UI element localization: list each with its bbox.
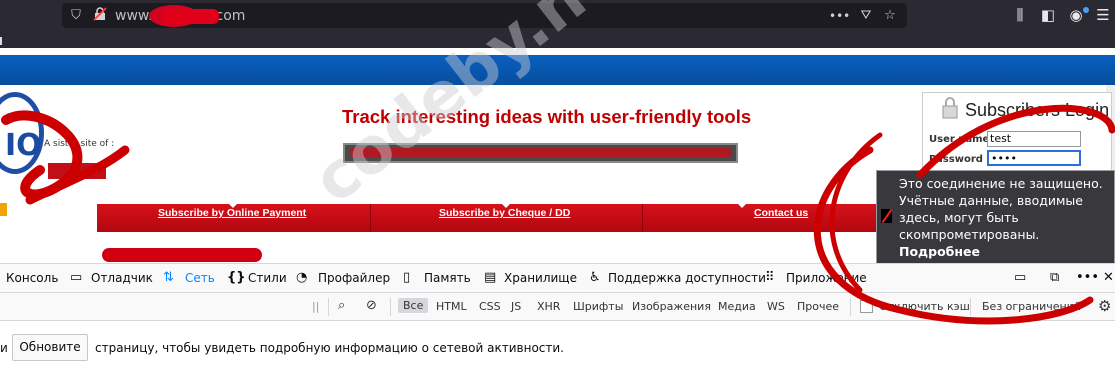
password-label: Password (929, 154, 983, 165)
debugger-icon: ▭ (70, 270, 83, 285)
shield-icon[interactable]: ⛉ (67, 7, 85, 25)
throttle-select[interactable]: Без ограничений (982, 300, 1081, 313)
tab-debugger[interactable]: Отладчик (91, 271, 153, 285)
nav-divider (642, 204, 643, 232)
devtools-tab-bar: Консоль ▭ Отладчик ⇅ Сеть {} Стили ◔ Про… (0, 263, 1115, 293)
logo-accent (0, 203, 7, 216)
nav-divider (370, 204, 371, 232)
tab-network[interactable]: Сеть (185, 271, 215, 285)
reload-button[interactable]: Обновите (12, 334, 88, 361)
clear-icon[interactable]: ⊘ (366, 298, 377, 313)
nav-link-online-payment[interactable]: Subscribe by Online Payment (158, 207, 306, 219)
library-icon[interactable]: ⫼ (1010, 5, 1030, 25)
site-top-bar (0, 55, 1115, 85)
filter-other[interactable]: Прочее (797, 300, 839, 313)
disable-cache-label[interactable]: Отключить кэш (879, 300, 970, 313)
tooltip-message: Это соединение не защищено. Учётные данн… (899, 176, 1103, 242)
redaction-mark (102, 248, 262, 262)
redaction-mark (161, 9, 219, 24)
nav-link-cheque[interactable]: Subscribe by Cheque / DD (439, 207, 570, 219)
filter-css[interactable]: CSS (479, 300, 501, 313)
close-icon[interactable]: ✕ (1103, 270, 1114, 285)
tooltip-learn-more-link[interactable]: Подробнее (899, 243, 1114, 260)
more-icon[interactable]: ••• (829, 7, 850, 25)
gear-icon[interactable]: ⚙ (1098, 297, 1111, 315)
responsive-design-icon[interactable]: ⧉ (1050, 270, 1059, 285)
filter-fonts[interactable]: Шрифты (573, 300, 623, 313)
memory-icon: ▯ (403, 270, 411, 285)
network-icon: ⇅ (163, 270, 174, 285)
reload-hint-text: страницу, чтобы увидеть подробную информ… (95, 341, 564, 355)
chevron-down-icon[interactable]: ▾ (1070, 302, 1075, 312)
disable-cache-checkbox[interactable] (860, 300, 873, 313)
pocket-icon[interactable]: ⛛ (857, 7, 875, 25)
sister-site-label: A sister site of : (44, 139, 115, 149)
pause-icon[interactable]: || (312, 300, 319, 313)
search-icon[interactable]: ⌕ (338, 298, 345, 313)
filter-html[interactable]: HTML (436, 300, 467, 313)
site-logo[interactable]: IO (5, 128, 42, 163)
dock-icon[interactable]: ▭ (1014, 270, 1026, 285)
lock-icon (942, 97, 958, 119)
filter-ws[interactable]: WS (767, 300, 785, 313)
menu-icon[interactable]: ☰ (1093, 5, 1113, 25)
insecure-lock-icon (881, 209, 892, 223)
username-field[interactable]: test (987, 131, 1081, 147)
username-label: User name (929, 134, 990, 145)
password-field[interactable]: •••• (987, 150, 1081, 166)
filter-js[interactable]: JS (511, 300, 521, 313)
tab-profiler[interactable]: Профайлер (318, 271, 390, 285)
tab-memory[interactable]: Память (424, 271, 471, 285)
insecure-lock-icon[interactable] (91, 7, 109, 25)
filter-media[interactable]: Медиа (718, 300, 756, 313)
profiler-icon: ◔ (296, 270, 308, 285)
redaction-mark (48, 163, 106, 179)
nav-link-contact[interactable]: Contact us (754, 207, 808, 219)
tab-accessibility[interactable]: Поддержка доступности (608, 271, 766, 285)
style-editor-icon: {} (227, 270, 246, 285)
notification-dot (1083, 7, 1089, 13)
tab-storage[interactable]: Хранилище (504, 271, 577, 285)
filter-all[interactable]: Все (398, 298, 429, 313)
insecure-login-tooltip: Это соединение не защищено. Учётные данн… (876, 170, 1115, 265)
tab-application[interactable]: Приложение (786, 271, 867, 285)
sidebar-icon[interactable]: ◧ (1038, 5, 1058, 25)
application-icon: ⠿ (765, 270, 775, 285)
bookmark-star-icon[interactable]: ☆ (881, 7, 899, 25)
tab-style-editor[interactable]: Стили (248, 271, 287, 285)
storage-icon: ▤ (484, 270, 497, 285)
toolbar-divider (390, 298, 391, 316)
filter-images[interactable]: Изображения (632, 300, 711, 313)
toolbar-divider (970, 298, 971, 316)
login-title: Subscribers Login (965, 100, 1110, 120)
url-suffix: com (215, 8, 246, 24)
network-filter-bar: || ⌕ ⊘ Все HTML CSS JS XHR Шрифты Изобра… (0, 293, 1115, 321)
url-prefix: www. (115, 8, 153, 24)
tab-console[interactable]: Консоль (6, 271, 58, 285)
nav-pointer (738, 204, 746, 208)
toolbar-divider (850, 298, 851, 316)
toolbar-divider (328, 298, 329, 316)
reload-hint-prefix: и (0, 341, 8, 355)
more-options-icon[interactable]: ••• (1076, 270, 1099, 285)
site-nav: Subscribe by Online Payment Subscribe by… (97, 204, 877, 232)
accessibility-icon: ♿ (589, 270, 601, 285)
filter-xhr[interactable]: XHR (537, 300, 560, 313)
